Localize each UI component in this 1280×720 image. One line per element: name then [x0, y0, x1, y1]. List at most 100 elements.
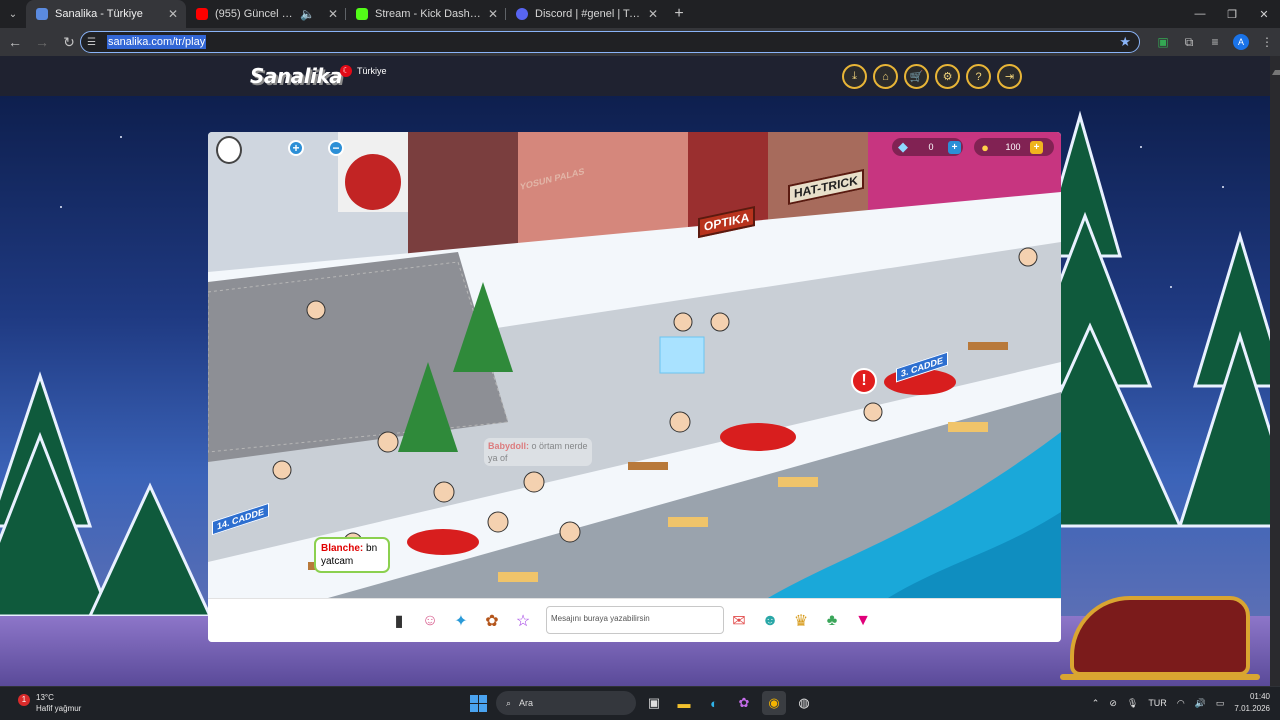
url-text[interactable]: sanalika.com/tr/play: [107, 35, 207, 49]
page-content: Sanalika ☾ Türkiye ⤓ ⌂ 🛒 ⚙ ? ⇥ + − ◆ 0 +…: [0, 56, 1280, 686]
tray-expand-icon[interactable]: ⌃: [1092, 698, 1100, 709]
extension-icon[interactable]: ▣: [1150, 35, 1176, 49]
coin-icon: ●: [981, 139, 989, 155]
player-avatar[interactable]: [216, 136, 242, 164]
dance-icon[interactable]: ✦: [448, 608, 474, 634]
add-gems-button[interactable]: +: [948, 140, 961, 154]
os-taskbar: 1 13°C Hafif yağmur ⌕ Ara ▣ ▬ ◐ ✿ ◉ ◍ ⌃ …: [0, 686, 1280, 720]
sleigh-decoration: [1070, 596, 1250, 676]
sanalika-favicon: [36, 8, 48, 20]
tab-title: Discord | #genel | TAŞACAK BU: [535, 8, 641, 20]
chat-tools-right: ✉ ☻ ♛ ♣ ▼: [726, 608, 876, 634]
zoom-in-icon[interactable]: +: [288, 140, 304, 156]
pet-icon[interactable]: ☻: [757, 608, 783, 634]
window-controls: — ❐ ✕: [1184, 0, 1280, 28]
media-controls-icon[interactable]: ≡: [1202, 35, 1228, 49]
search-icon: ⌕: [506, 697, 512, 708]
round-door: [345, 154, 401, 210]
extensions-puzzle-icon[interactable]: ⧉: [1176, 35, 1202, 50]
tab-title: (955) Güncel Gürsel Artıktay: [215, 8, 293, 20]
clock-time: 01:40: [1249, 692, 1270, 701]
reload-icon[interactable]: ↻: [57, 30, 81, 54]
youtube-favicon: [196, 8, 208, 20]
copilot-icon[interactable]: ✿: [732, 691, 756, 715]
chat-input-placeholder: Mesajını buraya yazabilirsin: [551, 614, 650, 623]
tab-title: Sanalika - Türkiye: [55, 8, 143, 20]
back-icon[interactable]: ←: [3, 30, 27, 54]
faded-chat-bubble: Babydoll: o örtam nerde ya of: [484, 438, 592, 466]
start-button[interactable]: [466, 691, 490, 715]
close-tab-icon[interactable]: ✕: [488, 7, 498, 21]
gem-counter: ◆ 0 +: [892, 138, 963, 156]
clock-date: 7.01.2026: [1234, 704, 1270, 713]
mute-icon[interactable]: 🔈: [300, 7, 315, 21]
island-icon[interactable]: ♣: [819, 608, 845, 634]
chat-input[interactable]: Mesajını buraya yazabilirsin: [546, 606, 724, 634]
chrome-icon[interactable]: ◉: [762, 691, 786, 715]
page-scrollbar[interactable]: [1270, 56, 1280, 686]
phone-icon[interactable]: ▮: [386, 608, 412, 634]
sleigh-runner: [1060, 674, 1260, 680]
close-window-icon[interactable]: ✕: [1248, 0, 1280, 28]
browser-menu-icon[interactable]: ⋮: [1254, 35, 1280, 49]
chat-bubble: Blanche: bn yatcam: [314, 537, 390, 573]
network-off-icon[interactable]: ⊘: [1109, 698, 1117, 709]
task-view-icon[interactable]: ▣: [642, 691, 666, 715]
kick-favicon: [356, 8, 368, 20]
battery-icon[interactable]: ▭: [1216, 698, 1225, 709]
clock[interactable]: 01:40 7.01.2026: [1234, 691, 1270, 715]
chat-speaker: Babydoll:: [488, 441, 530, 451]
app-icon[interactable]: ◍: [792, 691, 816, 715]
taskbar-apps: ⌕ Ara ▣ ▬ ◐ ✿ ◉ ◍: [466, 691, 816, 715]
wifi-icon[interactable]: ◠: [1177, 698, 1185, 709]
close-tab-icon[interactable]: ✕: [168, 7, 178, 21]
tab-youtube[interactable]: (955) Güncel Gürsel Artıktay 🔈 ✕: [186, 0, 346, 28]
gold-counter: ● 100 +: [974, 138, 1054, 156]
tab-title: Stream - Kick Dashboard: [375, 8, 481, 20]
search-label: Ara: [519, 698, 534, 708]
browser-toolbar: ← → ↻ ☰ sanalika.com/tr/play ★ ▣ ⧉ ≡ A ⋮: [0, 28, 1280, 56]
discord-favicon: [516, 8, 528, 20]
tab-discord[interactable]: Discord | #genel | TAŞACAK BU ✕: [506, 0, 666, 28]
bookmark-star-icon[interactable]: ★: [1119, 34, 1131, 50]
tab-strip: ⌄ Sanalika - Türkiye ✕ (955) Güncel Gürs…: [0, 0, 1280, 28]
menu-icon[interactable]: ▼: [850, 608, 876, 634]
bag-icon[interactable]: ✿: [479, 608, 505, 634]
gem-value: 0: [928, 142, 934, 152]
weather-alert-icon: 1: [18, 694, 30, 706]
zoom-out-icon[interactable]: −: [328, 140, 344, 156]
tab-kick[interactable]: Stream - Kick Dashboard ✕: [346, 0, 506, 28]
forward-icon[interactable]: →: [30, 30, 54, 54]
address-bar[interactable]: ☰ sanalika.com/tr/play ★: [80, 31, 1140, 53]
chat-bar: ▮ ☺ ✦ ✿ ☆ Mesajını buraya yazabilirsin ✉…: [208, 598, 1061, 642]
tab-search-button[interactable]: ⌄: [0, 0, 26, 28]
mic-icon[interactable]: 🎙: [1127, 698, 1138, 709]
action-icon[interactable]: ☆: [510, 608, 536, 634]
speech-icon[interactable]: ✉: [726, 608, 752, 634]
chat-speaker: Blanche:: [321, 543, 364, 554]
close-tab-icon[interactable]: ✕: [328, 7, 338, 21]
profile-avatar[interactable]: A: [1233, 34, 1249, 50]
maximize-icon[interactable]: ❐: [1216, 0, 1248, 28]
tab-sanalika[interactable]: Sanalika - Türkiye ✕: [26, 0, 186, 28]
weather-widget[interactable]: 1 13°C Hafif yağmur: [18, 692, 81, 714]
emote-icon[interactable]: ☺: [417, 608, 443, 634]
language-indicator[interactable]: TUR: [1148, 698, 1167, 708]
chat-tools-left: ▮ ☺ ✦ ✿ ☆: [386, 608, 536, 634]
gold-value: 100: [1005, 142, 1021, 152]
add-gold-button[interactable]: +: [1030, 140, 1043, 154]
volume-icon[interactable]: 🔊: [1195, 698, 1206, 709]
close-tab-icon[interactable]: ✕: [648, 7, 658, 21]
new-tab-button[interactable]: +: [666, 0, 692, 28]
file-explorer-icon[interactable]: ▬: [672, 691, 696, 715]
system-tray: ⌃ ⊘ 🎙 TUR ◠ 🔊 ▭ 01:40 7.01.2026: [1092, 691, 1270, 715]
minimize-icon[interactable]: —: [1184, 0, 1216, 28]
site-info-icon[interactable]: ☰: [87, 37, 103, 48]
trophy-icon[interactable]: ♛: [788, 608, 814, 634]
game-canvas[interactable]: + − ◆ 0 + ● 100 + YOSUN PALAS OPTIKA HAT…: [208, 132, 1061, 642]
edge-icon[interactable]: ◐: [702, 691, 726, 715]
weather-desc: Hafif yağmur: [36, 704, 82, 713]
taskbar-search[interactable]: ⌕ Ara: [496, 691, 636, 715]
alert-icon[interactable]: !: [851, 368, 877, 394]
toolbar-actions: ▣ ⧉ ≡ A ⋮: [1150, 28, 1280, 56]
